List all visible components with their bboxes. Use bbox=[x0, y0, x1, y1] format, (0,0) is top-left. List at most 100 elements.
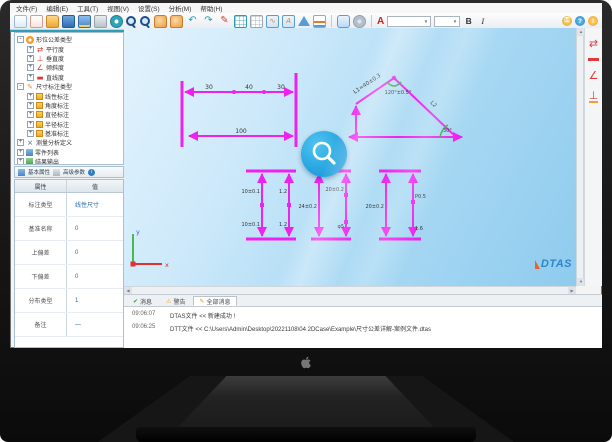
expand-icon[interactable]: + bbox=[27, 102, 34, 109]
tab-all-messages[interactable]: ✎全部消息 bbox=[193, 296, 236, 306]
collapse-icon[interactable]: - bbox=[17, 83, 24, 90]
dim-label: 120°±0.5° bbox=[385, 90, 412, 96]
key-icon[interactable]: ⚿ bbox=[562, 16, 572, 26]
expand-icon[interactable]: + bbox=[27, 64, 34, 71]
save-all-icon[interactable] bbox=[78, 15, 91, 28]
italic-button[interactable]: I bbox=[477, 16, 488, 26]
table-row[interactable]: 下偏差0 bbox=[15, 265, 123, 289]
vertical-scrollbar[interactable]: ▲ ▼ bbox=[576, 28, 584, 286]
menu-settings[interactable]: 设置(S) bbox=[138, 3, 160, 13]
triangle-chart-icon[interactable] bbox=[298, 16, 310, 26]
table-row[interactable]: 备注— bbox=[15, 313, 123, 337]
zoom-out-icon[interactable] bbox=[140, 16, 151, 27]
tree-item-results[interactable]: +结果输出 bbox=[17, 157, 123, 165]
tree-item-angle-dim[interactable]: +角度标注 bbox=[17, 101, 123, 110]
expand-icon[interactable]: + bbox=[27, 130, 34, 137]
bold-button[interactable]: B bbox=[463, 16, 474, 26]
menu-analysis[interactable]: 分析(M) bbox=[169, 3, 192, 13]
tab-warnings[interactable]: ⚠警告 bbox=[160, 296, 191, 306]
bulb-icon[interactable]: ! bbox=[588, 16, 598, 26]
bars-chart-icon[interactable] bbox=[313, 15, 326, 28]
tree-item-datum-dim[interactable]: +基准标注 bbox=[17, 129, 123, 138]
log-time: 09:06:07 bbox=[132, 311, 170, 320]
chart-window-icon[interactable]: ∿ bbox=[266, 15, 279, 28]
open-folder-icon[interactable] bbox=[46, 15, 59, 28]
tree-item-perpendicularity[interactable]: +⊥垂直度 bbox=[17, 54, 123, 63]
tree-item-straightness[interactable]: +▬直线度 bbox=[17, 73, 123, 82]
warning-icon: ⚠ bbox=[166, 298, 171, 305]
magnifier-button[interactable] bbox=[301, 131, 347, 177]
expand-icon[interactable]: + bbox=[17, 139, 24, 146]
tree-item-radius-dim[interactable]: +半径标注 bbox=[17, 120, 123, 129]
tree-item-tolerance-types[interactable]: -形位公差类型 bbox=[17, 35, 123, 44]
menu-help[interactable]: 帮助(H) bbox=[200, 3, 222, 13]
drawing-canvas[interactable]: y x 30 40 30 100 L1=40±0.3 120°±0.5° L2 … bbox=[124, 28, 576, 286]
font-color-button[interactable]: A bbox=[377, 16, 384, 27]
tree-item-parts[interactable]: +零件列表 bbox=[17, 148, 123, 157]
tree-item-parallelism[interactable]: +⇄平行度 bbox=[17, 44, 123, 53]
phone-icon[interactable] bbox=[337, 15, 350, 28]
help-icon[interactable]: ? bbox=[575, 16, 585, 26]
toolbar-separator bbox=[371, 15, 372, 27]
refresh-gear-icon[interactable] bbox=[110, 15, 123, 28]
tree-item-dimension-types[interactable]: -✎尺寸标注类型 bbox=[17, 82, 123, 91]
save-icon[interactable] bbox=[62, 15, 75, 28]
expand-icon[interactable]: + bbox=[17, 158, 24, 165]
collapse-icon[interactable]: - bbox=[17, 36, 24, 43]
menu-file[interactable]: 文件(F) bbox=[16, 3, 37, 13]
font-chart-icon[interactable]: A bbox=[282, 15, 295, 28]
tree-item-angularity[interactable]: +∠倾斜度 bbox=[17, 63, 123, 72]
dim-label: φ5 bbox=[338, 224, 344, 230]
expand-icon[interactable]: + bbox=[27, 93, 34, 100]
expand-icon[interactable]: + bbox=[17, 149, 24, 156]
table-icon[interactable] bbox=[250, 15, 263, 28]
tree-item-diameter-dim[interactable]: +直径标注 bbox=[17, 110, 123, 119]
menu-edit[interactable]: 编辑(E) bbox=[46, 3, 68, 13]
linear-dim-icon[interactable] bbox=[588, 58, 599, 61]
undo-icon[interactable]: ↶ bbox=[186, 15, 199, 28]
zoom-in-icon[interactable] bbox=[126, 16, 137, 27]
table-row[interactable]: 基准名称0 bbox=[15, 217, 123, 241]
grid-icon[interactable] bbox=[234, 15, 247, 28]
dimension-drawing: y x 30 40 30 100 L1=40±0.3 120°±0.5° L2 … bbox=[124, 28, 576, 286]
table-row[interactable]: 上偏差0 bbox=[15, 241, 123, 265]
table-row[interactable]: 分布类型1 bbox=[15, 289, 123, 313]
new-template-icon[interactable] bbox=[30, 15, 43, 28]
globe-icon[interactable] bbox=[353, 15, 366, 28]
horizontal-scrollbar[interactable]: ◀ ▶ bbox=[124, 286, 576, 294]
pan-hand-icon[interactable] bbox=[154, 15, 167, 28]
tree-item-linear-dim[interactable]: +线性标注 bbox=[17, 91, 123, 100]
font-size-select[interactable]: ▼ bbox=[434, 16, 460, 27]
dim-label: 1.2 bbox=[279, 222, 287, 228]
info-icon[interactable]: i bbox=[88, 169, 95, 176]
tab-messages[interactable]: ✔消息 bbox=[127, 296, 158, 306]
dim-label: 30 bbox=[277, 84, 285, 91]
expand-icon[interactable]: + bbox=[27, 74, 34, 81]
parallel-icon: ⇄ bbox=[36, 45, 44, 53]
measure-icon: × bbox=[26, 139, 34, 147]
expand-icon[interactable]: + bbox=[27, 121, 34, 128]
advanced-props-label[interactable]: 高级参数 bbox=[63, 168, 85, 176]
table-row[interactable]: 标注类型线性尺寸 bbox=[15, 193, 123, 217]
basic-props-label[interactable]: 基本属性 bbox=[28, 168, 50, 176]
property-toolbar: 基本属性 高级参数 i bbox=[14, 166, 124, 178]
monitor-base bbox=[136, 427, 476, 442]
paste-icon[interactable] bbox=[94, 15, 107, 28]
expand-icon[interactable]: + bbox=[27, 55, 34, 62]
font-family-select[interactable]: ▼ bbox=[387, 16, 431, 27]
expand-icon[interactable]: + bbox=[27, 111, 34, 118]
log-text: DTAS文件 << 新建成功 ! bbox=[170, 311, 235, 320]
redo-icon[interactable]: ↷ bbox=[202, 15, 215, 28]
parallel-dim-icon[interactable]: ⇄ bbox=[589, 38, 598, 49]
rotate-hand-icon[interactable] bbox=[170, 15, 183, 28]
angle-dim-icon[interactable]: ∠ bbox=[589, 70, 599, 81]
menu-tools[interactable]: 工具(T) bbox=[77, 3, 98, 13]
expand-icon[interactable]: + bbox=[27, 46, 34, 53]
dim-label: 1.6 bbox=[415, 226, 423, 232]
tree-item-measurement[interactable]: +×测量分析定义 bbox=[17, 138, 123, 147]
new-file-icon[interactable] bbox=[14, 15, 27, 28]
brush-icon[interactable]: ✎ bbox=[218, 15, 231, 28]
dim-label: P0.5 bbox=[415, 194, 426, 200]
perpendicular-dim-icon[interactable]: ⊥ bbox=[589, 90, 599, 103]
menu-view[interactable]: 视图(V) bbox=[107, 3, 129, 13]
